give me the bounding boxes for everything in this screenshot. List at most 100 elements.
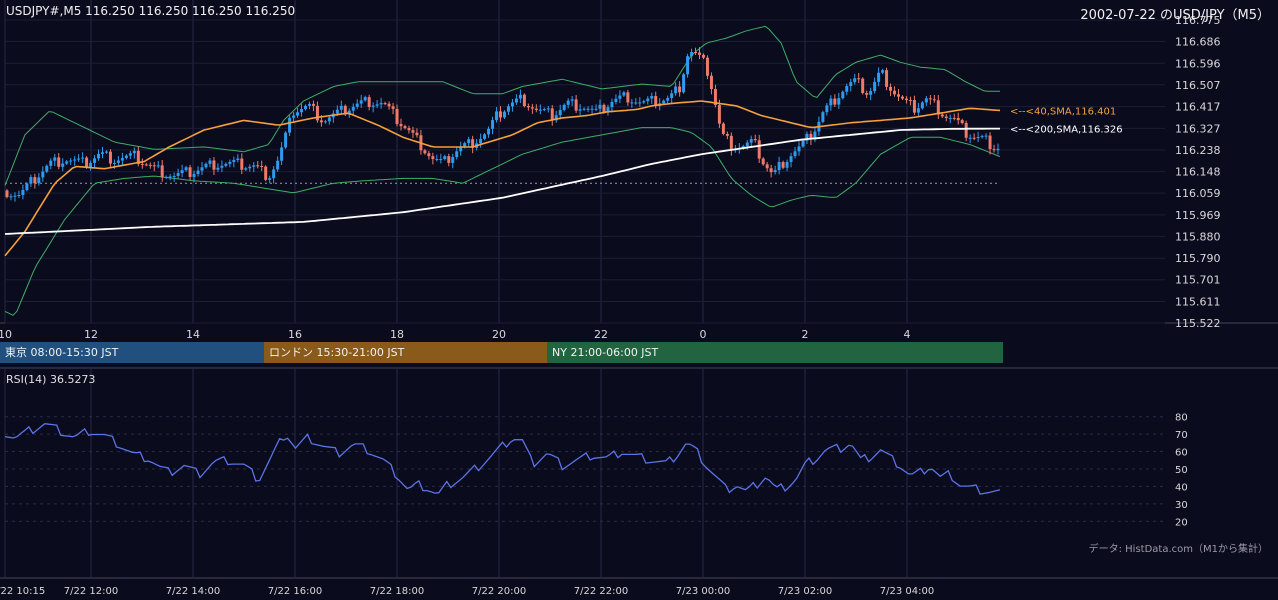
symbol-header: USDJPY#,M5 116.250 116.250 116.250 116.2… [6, 4, 296, 18]
candle-body [725, 133, 729, 136]
candle-body [785, 161, 789, 168]
rsi-x-tick: 7/23 00:00 [676, 586, 730, 597]
candle-body [248, 166, 252, 169]
price-y-tick: 115.522 [1175, 317, 1221, 330]
candle-body [924, 98, 928, 103]
candle-body [932, 99, 936, 101]
candle-body [363, 97, 367, 101]
candle-body [777, 162, 781, 171]
candle-body [900, 96, 904, 99]
candle-body [566, 100, 570, 105]
candle-body [280, 147, 284, 161]
candle-body [9, 196, 13, 198]
candle-body [439, 159, 443, 161]
candle-body [992, 149, 996, 151]
candle-body [375, 104, 379, 106]
rsi-x-tick: 7/22 16:00 [268, 586, 322, 597]
candle-body [45, 165, 49, 172]
candle-body [793, 151, 797, 157]
candle-body [602, 104, 606, 113]
candle-body [853, 78, 857, 83]
candle-body [148, 164, 152, 166]
candle-body [268, 178, 272, 180]
candle-body [327, 117, 331, 122]
price-y-tick: 115.611 [1175, 295, 1221, 308]
candle-body [877, 72, 881, 82]
candle-body [789, 156, 793, 162]
candle-body [920, 102, 924, 109]
price-x-tick: 18 [390, 328, 404, 341]
candle-body [558, 110, 562, 116]
candle-body [196, 170, 200, 175]
candle-body [829, 98, 833, 106]
candle-body [319, 120, 323, 123]
sma200-annotation: <--<200,SMA,116.326 [1010, 125, 1123, 136]
candle-body [614, 98, 618, 102]
candle-body [956, 117, 960, 121]
candle-body [534, 108, 538, 110]
candle-body [128, 153, 132, 156]
candle-body [869, 91, 873, 95]
candle-body [65, 161, 69, 164]
rsi-x-tick: 7/22 12:00 [64, 586, 118, 597]
session-ny-band: NY 21:00-06:00 JST [547, 342, 1003, 363]
candle-body [916, 108, 920, 113]
candle-body [264, 166, 268, 180]
candle-body [355, 103, 359, 107]
candle-body [108, 151, 112, 164]
candle-body [964, 123, 968, 138]
candle-body [124, 155, 128, 159]
candle-body [104, 151, 108, 153]
candle-body [526, 106, 530, 108]
candle-body [912, 100, 916, 113]
candle-body [216, 167, 220, 170]
candle-body [323, 121, 327, 123]
rsi-x-tick: 7/22 18:00 [370, 586, 424, 597]
candle-body [204, 163, 208, 168]
candle-body [339, 105, 343, 110]
sma40-annotation: <--<40,SMA,116.401 [1010, 106, 1116, 117]
candle-body [502, 111, 506, 118]
candle-body [93, 158, 97, 163]
candle-body [13, 195, 17, 197]
candle-body [538, 109, 542, 111]
rsi-y-tick: 70 [1175, 430, 1188, 441]
candle-body [773, 170, 777, 173]
candle-body [837, 98, 841, 105]
candle-body [952, 117, 956, 119]
candle-body [483, 134, 487, 139]
candle-body [427, 153, 431, 157]
candle-body [514, 98, 518, 103]
candle-body [845, 86, 849, 92]
price-x-tick: 22 [594, 328, 608, 341]
candle-body [518, 94, 522, 99]
candle-body [570, 99, 574, 101]
candle-body [749, 139, 753, 143]
candle-body [530, 107, 534, 109]
candle-body [944, 116, 948, 118]
candle-body [670, 93, 674, 98]
price-x-tick: 20 [492, 328, 506, 341]
candle-body [37, 177, 41, 184]
rsi-y-tick: 50 [1175, 465, 1188, 476]
candle-body [351, 106, 355, 111]
candle-body [686, 56, 690, 75]
price-y-tick: 116.327 [1175, 122, 1221, 135]
rsi-y-tick: 80 [1175, 413, 1188, 424]
candle-body [160, 165, 164, 178]
candle-body [284, 132, 288, 148]
candle-body [236, 158, 240, 161]
session-tokyo-label: 東京 08:00-15:30 JST [5, 346, 119, 359]
candle-body [296, 112, 300, 116]
price-y-tick: 116.596 [1175, 57, 1221, 70]
candle-body [403, 126, 407, 129]
candle-body [578, 109, 582, 111]
candle-body [495, 111, 499, 121]
candle-body [479, 138, 483, 144]
candle-body [980, 136, 984, 138]
candle-body [586, 108, 590, 110]
candle-body [140, 163, 144, 165]
price-y-tick: 116.238 [1175, 144, 1221, 157]
candle-body [682, 74, 686, 93]
rsi-y-tick: 30 [1175, 500, 1188, 511]
